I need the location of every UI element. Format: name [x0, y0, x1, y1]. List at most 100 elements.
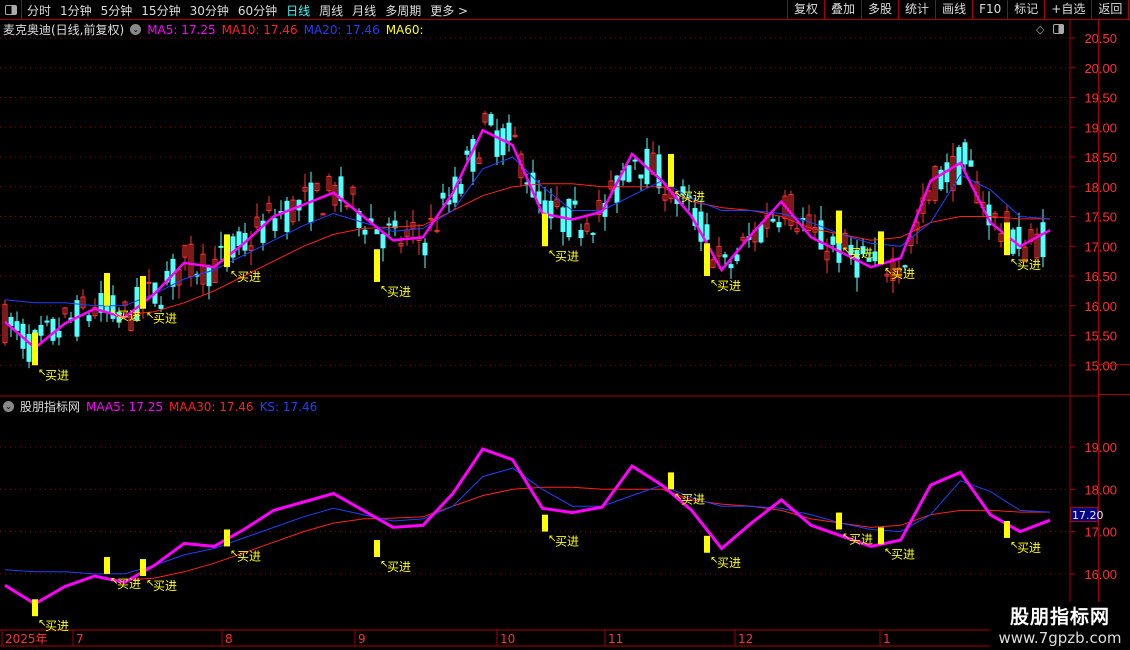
time-axis-label: 8 [225, 632, 233, 646]
candle-body [776, 222, 782, 228]
buy-signal-bar [374, 249, 380, 282]
candle-body [704, 224, 710, 240]
candle-body [578, 229, 584, 239]
buy-signal-label: 买进 [681, 190, 705, 204]
diamond-icon[interactable]: ◇ [1036, 23, 1044, 36]
buy-signal-bar [374, 540, 380, 557]
candle-body [236, 231, 242, 247]
candle-body [722, 254, 728, 258]
candle-body [830, 236, 836, 245]
candle-body [728, 264, 734, 269]
buy-signal-label: 买进 [153, 579, 177, 593]
buy-signal-bar [878, 527, 884, 545]
buy-signal-bar [704, 535, 710, 553]
buy-signal-bar [878, 231, 884, 265]
buy-signal-bar [104, 273, 110, 306]
main-chart-header: 麦克奥迪(日线,前复权) ⌄ MA5: 17.25 MA10: 17.46 MA20… [3, 21, 424, 38]
candle-body [770, 218, 776, 222]
candle-body [362, 229, 368, 235]
buy-signal-label: 买进 [45, 619, 69, 633]
buy-signal-label: 买进 [681, 492, 705, 506]
ma-legend-0: MA5: 17.25 [147, 22, 216, 37]
buy-signal-bar [140, 559, 146, 577]
sidebar-toggle-icon[interactable] [1053, 24, 1064, 34]
buy-signal-bar [1004, 222, 1010, 256]
buy-signal-label: 买进 [153, 312, 177, 326]
candle-body [734, 254, 740, 262]
buy-signal-bar [104, 556, 110, 574]
time-axis-label: 11 [608, 632, 623, 646]
ma-legend-2: MA20: 17.46 [303, 22, 380, 37]
candle-body [26, 334, 32, 362]
ma-legend-3: MA60: [385, 22, 424, 37]
buy-signal-label: 买进 [117, 309, 141, 323]
stock-chart[interactable]: 20.5020.0019.5019.0018.5018.0017.5017.00… [0, 0, 1130, 650]
maa30-line [124, 486, 1050, 581]
time-axis-label: 7 [76, 632, 84, 646]
candle-body [494, 130, 500, 157]
buy-signal-bar [836, 512, 842, 530]
candle-body [14, 321, 20, 332]
candle-body [158, 304, 164, 309]
candle-body [464, 150, 470, 155]
buy-signal-label: 买进 [45, 368, 69, 382]
candle-body [206, 265, 212, 287]
stock-title: 麦克奥迪(日线,前复权) [3, 23, 125, 37]
buy-signal-bar [668, 154, 674, 187]
candle-body [638, 174, 644, 179]
buy-signal-bar [542, 514, 548, 532]
watermark: 股朋指标网 www.7gpzb.com [990, 602, 1130, 647]
time-axis-label: 2025年 [5, 632, 48, 646]
candle-body [590, 232, 596, 235]
ma-legend-1: MA10: 17.46 [221, 22, 298, 37]
dropdown-icon[interactable]: ⌄ [130, 24, 142, 35]
buy-signal-label: 买进 [717, 279, 741, 293]
buy-signal-bar [32, 599, 38, 617]
buy-signal-bar [140, 276, 146, 309]
candle-body [1040, 222, 1046, 258]
right-info-strip [1098, 20, 1130, 630]
candle-body [272, 218, 278, 231]
buy-signal-label: 买进 [891, 547, 915, 561]
candle-body [488, 114, 494, 126]
time-axis-label: 12 [738, 632, 753, 646]
buy-signal-label: 买进 [237, 549, 261, 563]
candle-body [818, 220, 824, 250]
indicator-legend-0: MAA5: 17.25 [86, 399, 163, 414]
candlesticks [2, 111, 1046, 369]
time-axis-label: 10 [500, 632, 515, 646]
candle-body [38, 324, 44, 336]
indicator-header: ⌄ 股朋指标网 MAA5: 17.25 MAA30: 17.46 KS: 17.46 [3, 398, 317, 415]
candle-body [506, 122, 512, 141]
buy-signal-label: 买进 [1017, 258, 1041, 272]
candle-body [284, 200, 290, 232]
candle-body [626, 165, 632, 182]
buy-signal-bar [542, 213, 548, 247]
candle-body [422, 242, 428, 256]
buy-signal-label: 买进 [387, 285, 411, 299]
candle-body [572, 200, 578, 205]
buy-signal-label: 买进 [1017, 541, 1041, 555]
buy-signal-label: 买进 [849, 246, 873, 260]
time-axis-label: 9 [358, 632, 366, 646]
candle-body [968, 160, 974, 167]
candle-body [50, 318, 56, 341]
candle-body [872, 251, 878, 262]
dropdown-icon[interactable]: ⌄ [3, 401, 14, 412]
buy-signal-bar [836, 210, 842, 244]
candle-body [146, 281, 152, 284]
watermark-url: www.7gpzb.com [998, 629, 1122, 647]
indicator-title: 股朋指标网 [20, 400, 81, 414]
buy-signal-label: 买进 [237, 270, 261, 284]
candle-body [962, 142, 968, 165]
time-axis-label: 1 [883, 632, 891, 646]
buy-signal-bar [32, 332, 38, 366]
buy-signal-label: 买进 [117, 577, 141, 591]
candle-body [632, 159, 638, 162]
buy-signal-bar [224, 529, 230, 547]
candle-body [44, 320, 50, 323]
buy-signal-label: 买进 [849, 532, 873, 546]
buy-signal-label: 买进 [717, 556, 741, 570]
buy-signal-bar [668, 472, 674, 490]
candle-body [56, 330, 62, 338]
